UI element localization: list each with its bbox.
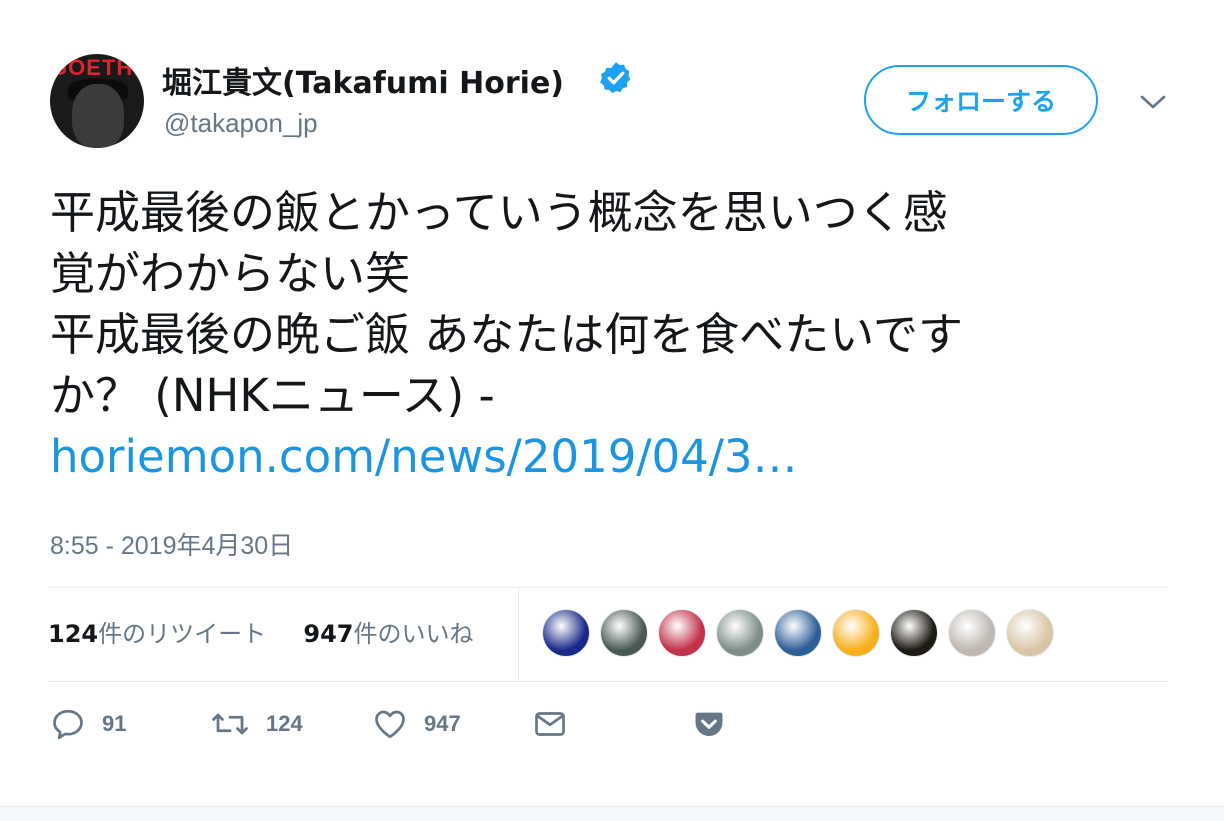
likes-label: 件のいいね <box>353 620 474 648</box>
tweet-line: 覚がわからない笑 <box>50 247 411 300</box>
envelope-icon <box>535 712 565 736</box>
tweet-timestamp[interactable]: 8:55 - 2019年4月30日 <box>50 526 293 562</box>
avatar-face <box>72 84 124 148</box>
page-bottom-band <box>0 806 1224 821</box>
cartoon-avatar[interactable] <box>832 609 880 657</box>
tweet-stats: 124件のリツイート 947件のいいね <box>48 614 474 649</box>
likers-avatars <box>542 609 1064 659</box>
temple-avatar[interactable] <box>716 609 764 657</box>
author-avatar[interactable]: GOETHE <box>50 54 144 148</box>
like-action[interactable]: 947 <box>372 704 461 744</box>
divider <box>48 587 1168 588</box>
fireworks-avatar[interactable] <box>542 609 590 657</box>
tweet-line: 平成最後の飯とかっていう概念を思いつく感 <box>50 186 948 239</box>
likes-count: 947 <box>303 620 354 648</box>
verified-badge-icon <box>600 62 631 94</box>
retweet-action[interactable]: 124 <box>210 704 303 744</box>
direct-message-action[interactable] <box>532 704 568 744</box>
waterfall-avatar[interactable] <box>600 609 648 657</box>
pocket-icon <box>695 712 723 737</box>
tweet-line: か？ (NHKニュース) - <box>50 369 495 422</box>
man-avatar[interactable] <box>948 609 996 657</box>
avatar-magazine-logo: GOETHE <box>50 55 144 80</box>
follow-button[interactable]: フォローする <box>864 65 1098 135</box>
tweet-link[interactable]: horiemon.com/news/2019/04/3… <box>50 426 1190 487</box>
tweet-line: 平成最後の晩ご飯 あなたは何を食べたいです <box>50 308 963 361</box>
sky-avatar[interactable] <box>774 609 822 657</box>
author-name[interactable]: 堀江貴文(Takafumi Horie) <box>162 58 564 102</box>
author-handle[interactable]: @takapon_jp <box>164 108 318 139</box>
tweet-text: 平成最後の飯とかっていう概念を思いつく感 覚がわからない笑 平成最後の晩ご飯 あ… <box>50 182 1190 487</box>
retweets-stat[interactable]: 124件のリツイート <box>48 620 266 648</box>
reply-count: 91 <box>102 711 127 736</box>
food-avatar[interactable] <box>890 609 938 657</box>
phone-avatar[interactable] <box>658 609 706 657</box>
retweet-icon <box>212 713 248 735</box>
like-count: 947 <box>424 711 461 736</box>
divider <box>48 681 1168 682</box>
pocket-action[interactable] <box>692 704 726 744</box>
retweet-count: 124 <box>266 711 303 736</box>
retweets-label: 件のリツイート <box>98 620 267 648</box>
heart-icon <box>375 710 405 739</box>
retweets-count: 124 <box>48 620 99 648</box>
stats-divider <box>518 588 519 680</box>
reply-action[interactable]: 91 <box>50 704 126 744</box>
reply-icon <box>53 709 83 740</box>
chevron-down-icon[interactable] <box>1138 88 1168 116</box>
likes-stat[interactable]: 947件のいいね <box>303 620 473 648</box>
cat-avatar[interactable] <box>1006 609 1054 657</box>
